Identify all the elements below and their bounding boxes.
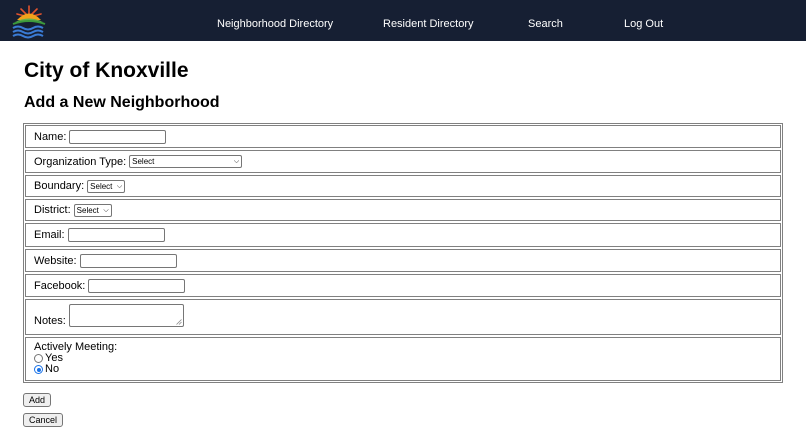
notes-label: Notes: <box>34 315 66 327</box>
facebook-label: Facebook: <box>34 279 86 292</box>
website-label: Website: <box>34 254 77 267</box>
new-neighborhood-form: Name: Organization Type: Select ⌵ Bounda… <box>23 123 783 383</box>
boundary-selected-value: Select <box>90 181 113 191</box>
radio-no[interactable] <box>34 365 43 374</box>
form-row-actively-meeting: Actively Meeting: Yes No <box>25 337 781 381</box>
form-row-boundary: Boundary: Select ⌵ <box>25 175 781 197</box>
meeting-option-yes[interactable]: Yes <box>34 353 780 364</box>
form-row-facebook: Facebook: <box>25 274 781 297</box>
facebook-input[interactable] <box>88 278 186 293</box>
boundary-label: Boundary: <box>34 180 85 192</box>
meeting-option-no[interactable]: No <box>34 364 780 375</box>
form-row-email: Email: <box>25 223 781 247</box>
district-selected-value: Select <box>76 205 99 215</box>
nav-log-out[interactable]: Log Out <box>624 0 663 41</box>
page-title: City of Knoxville <box>24 59 189 82</box>
form-row-district: District: Select ⌵ <box>25 199 781 221</box>
add-button[interactable]: Add <box>23 393 52 407</box>
actively-meeting-label: Actively Meeting: <box>34 341 118 353</box>
chevron-down-icon: ⌵ <box>103 206 109 214</box>
district-select[interactable]: Select ⌵ <box>73 203 112 217</box>
boundary-select[interactable]: Select ⌵ <box>87 179 126 193</box>
email-label: Email: <box>34 229 65 241</box>
name-label: Name: <box>34 130 67 143</box>
city-logo-icon[interactable] <box>9 3 49 39</box>
nav-search[interactable]: Search <box>528 0 563 41</box>
form-row-name: Name: <box>25 125 781 148</box>
email-input[interactable] <box>67 228 165 242</box>
radio-yes[interactable] <box>34 354 43 363</box>
name-input[interactable] <box>69 129 167 144</box>
form-row-notes: Notes: <box>25 299 781 335</box>
organization-type-selected-value: Select <box>132 157 155 166</box>
chevron-down-icon: ⌵ <box>116 182 123 190</box>
organization-type-select[interactable]: Select ⌵ <box>129 155 243 168</box>
organization-type-label: Organization Type: <box>34 155 127 168</box>
website-input[interactable] <box>79 253 177 268</box>
chevron-down-icon: ⌵ <box>233 158 240 165</box>
nav-resident-directory[interactable]: Resident Directory <box>383 0 473 41</box>
nav-neighborhood-directory[interactable]: Neighborhood Directory <box>217 0 333 41</box>
page-subtitle: Add a New Neighborhood <box>24 94 220 111</box>
district-label: District: <box>34 204 71 216</box>
form-row-organization-type: Organization Type: Select ⌵ <box>25 150 781 173</box>
cancel-button[interactable]: Cancel <box>23 413 64 427</box>
notes-textarea[interactable] <box>68 304 184 327</box>
radio-no-label[interactable]: No <box>45 364 59 375</box>
top-navigation-bar: Neighborhood Directory Resident Director… <box>0 0 806 41</box>
resize-grip-icon[interactable] <box>176 319 182 325</box>
form-row-website: Website: <box>25 249 781 272</box>
